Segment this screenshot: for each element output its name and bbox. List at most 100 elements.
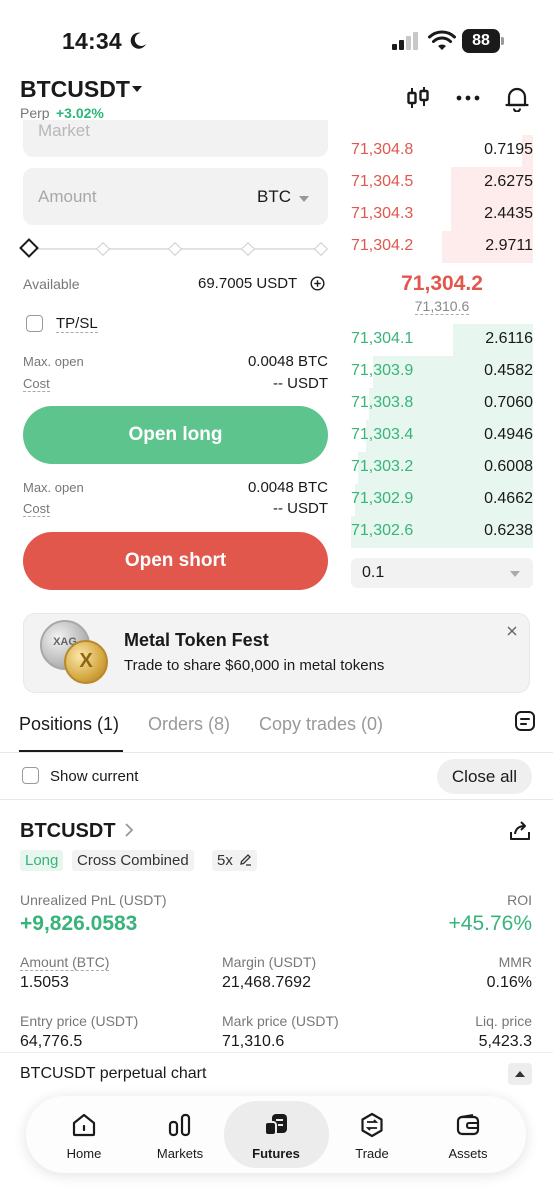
short-max-open-value: 0.0048 BTC [247,479,328,496]
mark-price: 71,310.6 [414,298,470,315]
slider-node-100[interactable] [313,241,329,257]
roi-label: ROI [507,892,532,908]
tab-divider [0,752,553,753]
bid-qty: 0.4946 [484,426,533,443]
orderbook-ask-row[interactable]: 71,304.3 2.4435 [351,199,533,231]
orderbook-bid-row[interactable]: 71,303.8 0.7060 [351,388,533,420]
chevron-right-icon[interactable] [124,823,134,837]
mmr-value: 0.16% [486,974,532,991]
margin-mode-badge: Cross Combined [72,850,194,871]
available-value: 69.7005 USDT [198,275,298,292]
amount-placeholder: Amount [38,187,97,206]
orderbook-ask-row[interactable]: 71,304.5 2.6275 [351,167,533,199]
ask-price: 71,304.2 [351,237,414,254]
markets-bars-icon [168,1113,191,1137]
mark-price-value: 71,310.6 [222,1033,285,1050]
position-symbol[interactable]: BTCUSDT [20,820,116,843]
bid-qty: 0.6008 [484,458,533,475]
ask-price: 71,304.8 [351,141,414,158]
slider-node-75[interactable] [240,241,256,257]
ask-qty: 2.4435 [484,205,533,222]
bid-price: 71,303.2 [351,458,414,475]
futures-icon [264,1114,287,1136]
pair-dropdown-caret-icon[interactable] [132,86,142,92]
orderbook-bid-row[interactable]: 71,303.2 0.6008 [351,452,533,484]
nav-assets-label: Assets [448,1146,488,1161]
liq-price-label: Liq. price [475,1013,532,1029]
order-history-icon[interactable] [514,710,536,732]
last-price: 71,304.2 [401,272,483,295]
notification-bell-icon[interactable] [503,84,531,112]
status-time: 14:34 [62,28,122,54]
tab-copy-trades[interactable]: Copy trades (0) [259,714,383,735]
banner-subtitle: Trade to share $60,000 in metal tokens [124,657,385,674]
roi-value: +45.76% [448,912,533,935]
available-label: Available [23,276,80,292]
candlestick-chart-icon[interactable] [404,84,432,112]
trade-swap-icon [361,1112,383,1138]
mmr-label: MMR [498,954,532,970]
banner-close-icon[interactable] [507,626,517,636]
bid-price: 71,304.1 [351,330,414,347]
orderbook-bid-row[interactable]: 71,302.9 0.4662 [351,484,533,516]
tpsl-checkbox[interactable] [26,315,43,332]
slider-thumb[interactable] [19,238,39,258]
orderbook-bid-row[interactable]: 71,302.6 0.6238 [351,516,533,548]
transfer-add-icon[interactable] [310,276,325,291]
open-long-button[interactable]: Open long [23,406,328,464]
battery-icon: 88 [462,29,504,53]
bid-qty: 0.6238 [484,522,533,539]
chart-expand-icon[interactable] [508,1063,532,1085]
orderbook-bid-row[interactable]: 71,303.4 0.4946 [351,420,533,452]
show-current-checkbox[interactable] [22,767,39,784]
long-cost-value: -- USDT [273,375,328,392]
amount-unit-select[interactable]: BTC [257,187,291,207]
mark-price-label: Mark price (USDT) [222,1013,339,1029]
close-all-button[interactable]: Close all [437,759,532,794]
slider-node-25[interactable] [95,241,111,257]
nav-trade[interactable]: Trade [332,1112,412,1161]
edit-pencil-icon[interactable] [239,853,252,866]
ask-qty: 0.7195 [484,141,533,158]
ask-price: 71,304.3 [351,205,414,222]
price-precision-value: 0.1 [362,564,385,581]
bid-price: 71,302.6 [351,522,414,539]
nav-home[interactable]: Home [44,1112,124,1161]
tab-orders[interactable]: Orders (8) [148,714,230,735]
more-options-icon[interactable] [454,84,482,112]
margin-label: Margin (USDT) [222,954,317,970]
tab-positions[interactable]: Positions (1) [19,714,119,735]
banner-title: Metal Token Fest [124,630,269,650]
bid-price: 71,303.4 [351,426,414,443]
liq-price-value: 5,423.3 [478,1033,532,1050]
bid-price: 71,303.9 [351,362,414,379]
tpsl-label[interactable]: TP/SL [56,315,98,333]
nav-trade-label: Trade [355,1146,389,1161]
show-current-label: Show current [50,768,139,785]
wallet-icon [456,1114,480,1136]
nav-futures-label: Futures [252,1146,300,1161]
slider-node-50[interactable] [167,241,183,257]
mark-price-line: 71,310.6 [351,298,533,315]
margin-value: 21,468.7692 [222,974,311,991]
long-cost-label: Cost [23,376,50,392]
chart-bar-title: BTCUSDT perpetual chart [20,1065,207,1082]
pair-selector[interactable]: BTCUSDT [20,76,130,103]
ask-qty: 2.9711 [485,237,533,254]
ask-qty: 2.6275 [484,173,533,190]
open-short-button[interactable]: Open short [23,532,328,590]
contract-type: Perp [20,105,50,121]
nav-futures[interactable]: Futures [236,1112,316,1161]
entry-price-label: Entry price (USDT) [20,1013,139,1029]
nav-assets[interactable]: Assets [428,1112,508,1161]
orderbook-bid-row[interactable]: 71,303.9 0.4582 [351,356,533,388]
amount-label: Amount (BTC) [20,954,110,971]
amount-unit-caret-icon[interactable] [299,196,309,202]
precision-caret-icon[interactable] [510,571,520,577]
nav-markets[interactable]: Markets [140,1112,220,1161]
orderbook-ask-row[interactable]: 71,304.8 0.7195 [351,135,533,167]
share-icon[interactable] [508,820,532,842]
bid-qty: 0.4582 [484,362,533,379]
orderbook-bid-row[interactable]: 71,304.1 2.6116 [351,324,533,356]
orderbook-ask-row[interactable]: 71,304.2 2.9711 [351,231,533,263]
